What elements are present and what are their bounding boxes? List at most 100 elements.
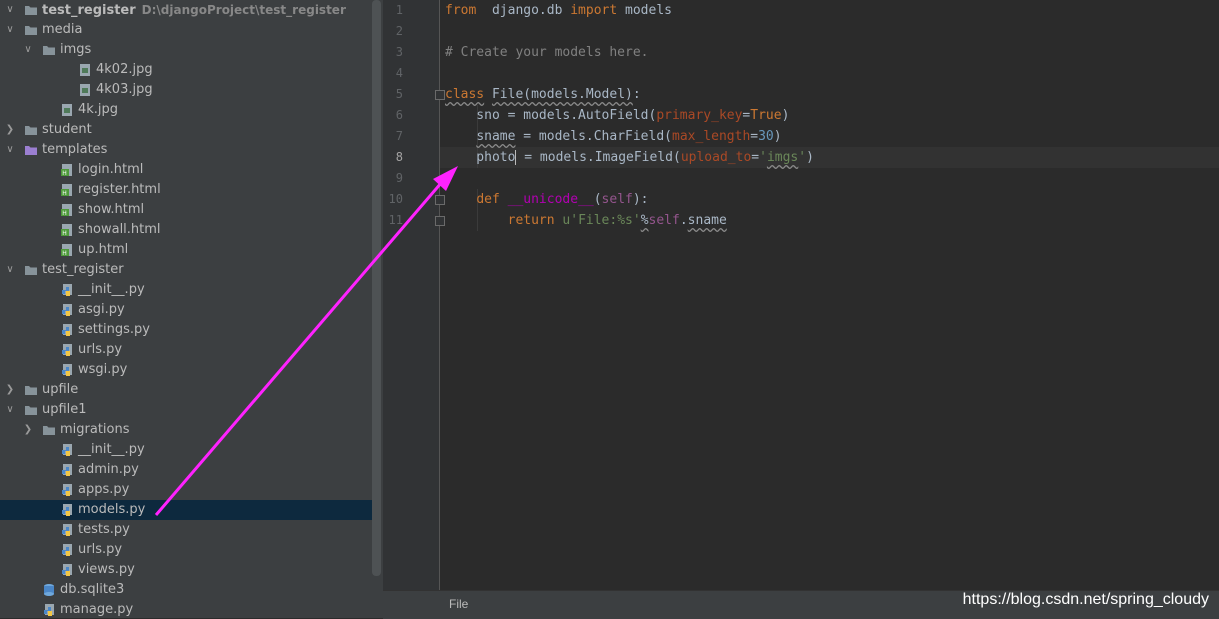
folder-icon xyxy=(42,43,56,57)
line-number: 10 xyxy=(388,192,403,206)
tree-item[interactable]: settings.py xyxy=(0,320,372,340)
chevron-down-icon[interactable]: ∨ xyxy=(4,400,16,420)
html-file-icon: H xyxy=(60,183,74,197)
code-line[interactable]: photo = models.ImageField(upload_to='img… xyxy=(445,147,814,168)
tree-item[interactable]: 4k03.jpg xyxy=(0,80,372,100)
image-file-icon xyxy=(78,83,92,97)
code-line[interactable]: # Create your models here. xyxy=(445,42,649,63)
code-token: class xyxy=(445,87,485,102)
tree-item[interactable]: Hshowall.html xyxy=(0,220,372,240)
code-token: ): xyxy=(632,192,649,207)
code-token: __unicode__ xyxy=(507,192,594,207)
code-token: upload_to xyxy=(680,150,752,165)
tree-item[interactable]: ❯ student xyxy=(0,120,372,140)
tree-item[interactable]: 4k02.jpg xyxy=(0,60,372,80)
project-tree-scrollbar[interactable] xyxy=(372,0,381,576)
python-file-icon xyxy=(60,503,74,517)
tree-item[interactable]: Hshow.html xyxy=(0,200,372,220)
svg-text:H: H xyxy=(62,210,67,217)
folder-icon xyxy=(24,383,38,397)
code-token: sname xyxy=(476,129,516,144)
tree-item[interactable]: apps.py xyxy=(0,480,372,500)
tree-item-label: models.py xyxy=(78,502,146,517)
tree-item[interactable]: ❯ migrations xyxy=(0,420,372,440)
code-token: ) xyxy=(781,108,790,123)
python-file-icon xyxy=(60,563,74,577)
fold-marker-icon[interactable] xyxy=(435,216,445,226)
tree-item-label: upfile xyxy=(42,382,79,397)
tree-item[interactable]: urls.py xyxy=(0,540,372,560)
tree-item[interactable]: models.py xyxy=(0,500,372,520)
tree-item[interactable]: ∨ upfile1 xyxy=(0,400,372,420)
code-line[interactable]: from django.db import models xyxy=(445,0,672,21)
code-token: self xyxy=(601,192,633,207)
tree-item[interactable]: 4k.jpg xyxy=(0,100,372,120)
tree-item-label: test_register D:\djangoProject\test_regis… xyxy=(42,3,346,18)
tree-item[interactable]: __init__.py xyxy=(0,440,372,460)
chevron-down-icon[interactable]: ∨ xyxy=(4,260,16,280)
code-token: from xyxy=(445,3,477,18)
tree-item[interactable]: views.py xyxy=(0,560,372,580)
fold-marker-icon[interactable] xyxy=(435,90,445,100)
tree-item[interactable]: tests.py xyxy=(0,520,372,540)
chevron-down-icon[interactable]: ∨ xyxy=(4,0,16,20)
breadcrumb[interactable]: File xyxy=(449,597,468,611)
tree-item[interactable]: admin.py xyxy=(0,460,372,480)
code-line[interactable]: sno = models.AutoField(primary_key=True) xyxy=(445,105,789,126)
tree-item[interactable]: ∨ imgs xyxy=(0,40,372,60)
tree-item[interactable]: ❯ upfile xyxy=(0,380,372,400)
fold-marker-icon[interactable] xyxy=(435,195,445,205)
chevron-right-icon[interactable]: ❯ xyxy=(22,420,34,440)
code-token: primary_key xyxy=(656,108,743,123)
tree-item[interactable]: ∨ test_register D:\djangoProject\test_regi… xyxy=(0,0,372,20)
tree-item[interactable]: Hregister.html xyxy=(0,180,372,200)
tree-item[interactable]: ∨ templates xyxy=(0,140,372,160)
line-number: 5 xyxy=(395,87,403,101)
line-number: 3 xyxy=(395,45,403,59)
code-token: = xyxy=(750,129,759,144)
code-token: self xyxy=(648,213,680,228)
tree-item[interactable]: ∨ media xyxy=(0,20,372,40)
svg-text:H: H xyxy=(62,230,67,237)
line-number: 9 xyxy=(395,171,403,185)
chevron-down-icon[interactable]: ∨ xyxy=(22,40,34,60)
tree-item[interactable]: urls.py xyxy=(0,340,372,360)
code-token: ' xyxy=(798,150,807,165)
tree-item-label: tests.py xyxy=(78,522,130,537)
gutter-separator xyxy=(439,0,440,590)
line-number: 2 xyxy=(395,24,403,38)
code-editor[interactable]: 1 from django.db import models 2 3 # Create … xyxy=(383,0,1219,590)
image-file-icon xyxy=(78,63,92,77)
tree-item-label: __init__.py xyxy=(78,442,145,457)
code-token: max_length xyxy=(672,129,751,144)
line-number: 11 xyxy=(388,213,403,227)
code-line[interactable]: return u'File:%s'%self.sname xyxy=(445,210,727,231)
python-file-icon xyxy=(60,523,74,537)
tree-item[interactable]: ∨ test_register xyxy=(0,260,372,280)
code-token: models xyxy=(617,3,672,18)
code-line[interactable]: class File(models.Model): xyxy=(445,84,641,105)
code-line[interactable]: sname = models.CharField(max_length=30) xyxy=(445,126,781,147)
svg-text:H: H xyxy=(62,170,67,177)
tree-item[interactable]: __init__.py xyxy=(0,280,372,300)
code-line[interactable]: def __unicode__(self): xyxy=(445,189,649,210)
tree-item[interactable]: db.sqlite3 xyxy=(0,580,372,600)
chevron-down-icon[interactable]: ∨ xyxy=(4,20,16,40)
tree-item-label: test_register xyxy=(42,262,124,277)
code-token: . xyxy=(679,213,688,228)
tree-item[interactable]: Hlogin.html xyxy=(0,160,372,180)
tree-item[interactable]: Hup.html xyxy=(0,240,372,260)
chevron-right-icon[interactable]: ❯ xyxy=(4,380,16,400)
chevron-right-icon[interactable]: ❯ xyxy=(4,120,16,140)
tree-item-label: urls.py xyxy=(78,342,123,357)
tree-item[interactable]: manage.py xyxy=(0,600,372,618)
tree-item[interactable]: wsgi.py xyxy=(0,360,372,380)
code-token: return xyxy=(507,213,563,228)
tree-item[interactable]: asgi.py xyxy=(0,300,372,320)
html-file-icon: H xyxy=(60,203,74,217)
chevron-down-icon[interactable]: ∨ xyxy=(4,140,16,160)
python-file-icon xyxy=(60,343,74,357)
python-file-icon xyxy=(42,603,56,617)
code-token: = xyxy=(751,150,760,165)
